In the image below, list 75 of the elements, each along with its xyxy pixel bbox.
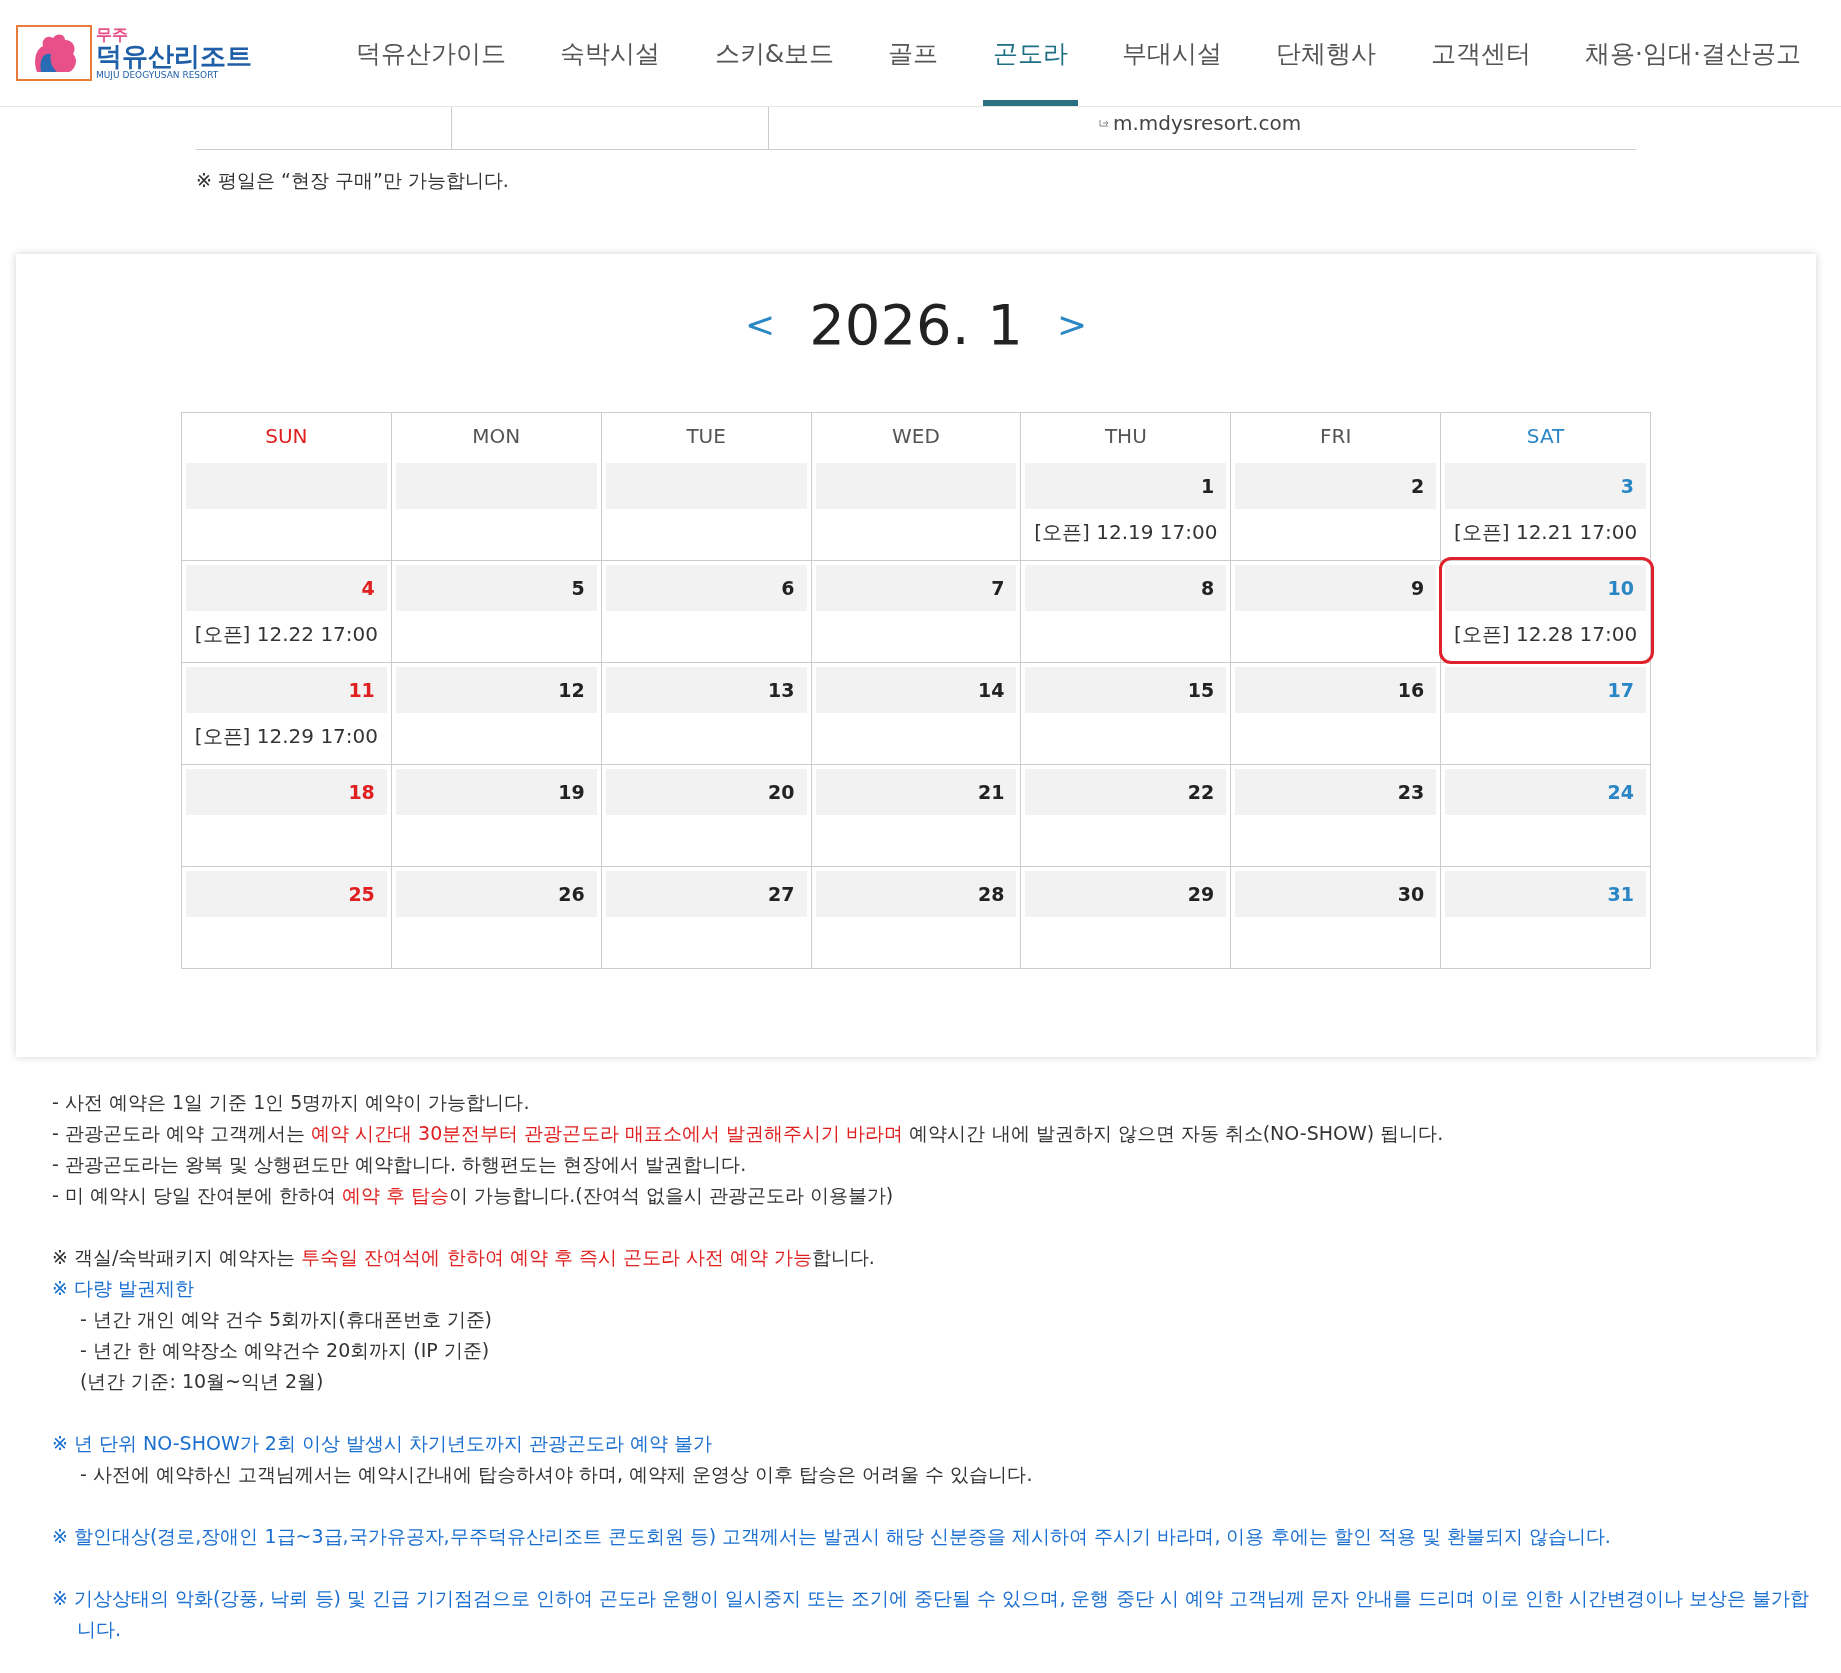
- link[interactable]: m.mdysresort.com: [1113, 111, 1302, 135]
- nav-item[interactable]: 단체행사: [1266, 0, 1387, 106]
- nav-item[interactable]: 고객센터: [1420, 0, 1541, 106]
- day-number: 15: [1025, 667, 1227, 713]
- nav-item[interactable]: 곤도라: [982, 0, 1078, 106]
- notice-text: - 사전 예약은 1일 기준 1인 5명까지 예약이 가능합니다.: [52, 1090, 531, 1115]
- weekday-header: MON: [391, 413, 602, 459]
- day-number: 20: [605, 769, 807, 815]
- weekday-header: SUN: [182, 413, 392, 459]
- day-number: 10: [1445, 565, 1646, 611]
- notice-text: - 미 예약시 당일 잔여분에 한하여 예약 후 탑승이 가능합니다.(잔여석 없을시 관광곤도라 이용불가): [52, 1183, 895, 1208]
- notice-text: - 관광곤도라는 왕복 및 상행편도만 예약합니다. 하행편도는 현장에서 발권합니다.: [52, 1152, 748, 1177]
- nav-item[interactable]: 부대시설: [1112, 0, 1233, 106]
- open-time: [오픈] 12.22 17:00: [193, 621, 380, 648]
- day-number: 24: [1445, 769, 1646, 815]
- notice-text: ※ 객실/숙박패키지 예약자는 투숙일 잔여석에 한하여 예약 후 즉시 곤도라 사전 예약 가능합니다.: [52, 1245, 876, 1270]
- notice-text: - 관광곤도라 예약 고객께서는 예약 시간대 30분전부터 관광곤도라 매표소에서 발권해주시기 바라며 예약시간 내에 발권하지 않으면 자동 취소(NO-SHOW) 됩니다.: [52, 1121, 1445, 1146]
- weekday-header: WED: [811, 413, 1022, 459]
- day-number: 11: [186, 667, 387, 713]
- logo-text: 무주: [96, 26, 129, 43]
- logo-icon: [16, 25, 92, 81]
- notice-text: - 사전에 예약하신 고객님께서는 예약시간내에 탑승하셔야 하며, 예약제 운영상 이후 탑승은 어려울 수 있습니다.: [79, 1462, 1034, 1487]
- day-number: 30: [1235, 871, 1437, 917]
- notice-text: (년간 기준: 10월~익년 2월): [79, 1369, 325, 1394]
- day-number: 18: [186, 769, 387, 815]
- day-number: 21: [815, 769, 1017, 815]
- notice-text: ※ 평일은 “현장 구매”만 가능합니다.: [196, 168, 510, 193]
- day-number: 9: [1235, 565, 1437, 611]
- day-number: 17: [1445, 667, 1646, 713]
- previous-month-button[interactable]: <: [740, 303, 780, 345]
- day-number: 12: [395, 667, 597, 713]
- logo-text: 덕유산리조트: [96, 42, 252, 69]
- nav-item[interactable]: 골프: [878, 0, 949, 106]
- day-number: 25: [186, 871, 387, 917]
- month-title: 2026. 1: [809, 291, 1023, 357]
- day-number: 1: [1025, 463, 1227, 509]
- nav-item[interactable]: 숙박시설: [550, 0, 671, 106]
- day-number: 3: [1445, 463, 1646, 509]
- nav-item[interactable]: 스키&보드: [704, 0, 845, 106]
- nav-item[interactable]: 채용·임대·결산공고: [1575, 0, 1811, 106]
- day-number: 2: [1235, 463, 1437, 509]
- notice-text: - 년간 한 예약장소 예약건수 20회까지 (IP 기준): [79, 1338, 491, 1363]
- weekday-header: SAT: [1441, 413, 1651, 459]
- nav-item[interactable]: 덕유산가이드: [346, 0, 516, 106]
- day-number: 8: [1025, 565, 1227, 611]
- open-time: [오픈] 12.21 17:00: [1452, 519, 1639, 546]
- notice-text: ※ 년 단위 NO-SHOW가 2회 이상 발생시 차기년도까지 관광곤도라 예약 불가: [52, 1431, 714, 1456]
- day-number: 13: [605, 667, 807, 713]
- notice-text: - 년간 개인 예약 건수 5회까지(휴대폰번호 기준): [79, 1307, 493, 1332]
- day-number: 6: [605, 565, 807, 611]
- day-number: 4: [186, 565, 387, 611]
- day-number: 29: [1025, 871, 1227, 917]
- day-number: 26: [395, 871, 597, 917]
- weekday-header: THU: [1021, 413, 1232, 459]
- day-number: 14: [815, 667, 1017, 713]
- day-number: 28: [815, 871, 1017, 917]
- open-time: [오픈] 12.29 17:00: [193, 723, 380, 750]
- day-number: 16: [1235, 667, 1437, 713]
- logo-text: MUJU DEOGYUSAN RESORT: [96, 70, 219, 80]
- next-month-button[interactable]: >: [1052, 303, 1092, 345]
- day-number: 7: [815, 565, 1017, 611]
- weekday-header: FRI: [1231, 413, 1442, 459]
- day-number: 22: [1025, 769, 1227, 815]
- notice-text: ※ 할인대상(경로,장애인 1급~3급,국가유공자,무주덕유산리조트 콘도회원 등) 고객께서는 발권시 해당 신분증을 제시하여 주시기 바라며, 이용 후에는 할인 적용 및 환불되지 않습니다.: [52, 1524, 1612, 1549]
- link-icon: [1099, 119, 1109, 127]
- notice-text: ※ 다량 발권제한: [52, 1276, 195, 1301]
- open-time: [오픈] 12.19 17:00: [1033, 519, 1219, 546]
- notice-text: ※ 기상상태의 악화(강풍, 낙뢰 등) 및 긴급 기기점검으로 인하여 곤도라 운행이 일시중지 또는 조기에 중단될 수 있으며, 운행 중단 시 예약 고객님께 문자 안내를 드리며 이로 인한 시간변경이나 보상은 불가합니다.: [52, 1586, 1810, 1642]
- open-time: [오픈] 12.28 17:00: [1452, 621, 1639, 648]
- day-number: 31: [1445, 871, 1646, 917]
- day-number: 27: [605, 871, 807, 917]
- day-number: 19: [395, 769, 597, 815]
- weekday-header: TUE: [601, 413, 812, 459]
- day-number: 5: [395, 565, 597, 611]
- day-number: 23: [1235, 769, 1437, 815]
